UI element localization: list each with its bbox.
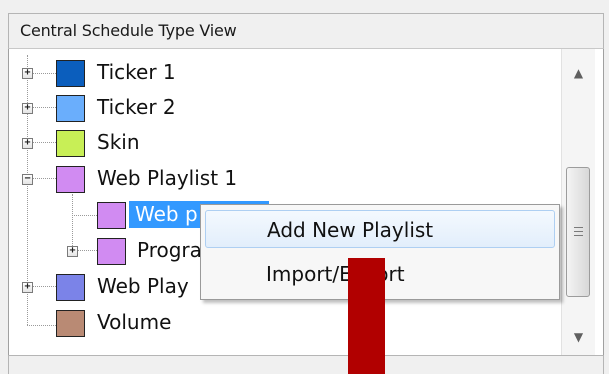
tree-item-label: Progra: [137, 238, 202, 262]
color-swatch: [97, 202, 126, 229]
collapse-icon[interactable]: −: [22, 174, 33, 185]
menu-item-add-new-playlist[interactable]: Add New Playlist: [205, 210, 555, 248]
expand-icon[interactable]: +: [22, 138, 33, 149]
schedule-type-panel: Central Schedule Type View + Ticker 1 + …: [0, 0, 609, 374]
color-swatch: [97, 238, 126, 265]
grip-line: [574, 231, 583, 232]
tree-item-ticker-1[interactable]: + Ticker 1: [9, 59, 549, 93]
tree-item-label: Ticker 1: [97, 60, 176, 84]
scroll-down-arrow-icon[interactable]: ▼: [562, 321, 595, 353]
grip-line: [574, 227, 583, 228]
panel-title: Central Schedule Type View: [20, 21, 237, 40]
expand-icon[interactable]: +: [22, 103, 33, 114]
vertical-scrollbar[interactable]: ▲ ▼: [561, 49, 595, 355]
color-swatch: [56, 310, 85, 337]
tree-item-label: Skin: [97, 130, 140, 154]
tree-item-skin[interactable]: + Skin: [9, 129, 549, 163]
tree-view[interactable]: + Ticker 1 + Ticker 2 + Skin − Web Playl…: [8, 49, 604, 355]
tree-item-label: Web Play: [97, 274, 189, 298]
panel-header: Central Schedule Type View: [8, 13, 604, 49]
color-swatch: [56, 95, 85, 122]
color-swatch: [56, 274, 85, 301]
expand-icon[interactable]: +: [67, 246, 78, 257]
scroll-up-arrow-icon[interactable]: ▲: [562, 57, 595, 89]
red-overlay-marker: [348, 258, 385, 374]
color-swatch: [56, 130, 85, 157]
tree-item-web-playlist-1[interactable]: − Web Playlist 1: [9, 165, 549, 199]
grip-line: [574, 235, 583, 236]
panel-footer: [8, 355, 604, 374]
tree-item-label: Web Playlist 1: [97, 166, 238, 190]
scrollbar-thumb[interactable]: [566, 167, 590, 297]
tree-item-label: Ticker 2: [97, 95, 176, 119]
expand-icon[interactable]: +: [22, 282, 33, 293]
color-swatch: [56, 60, 85, 87]
tree-item-volume[interactable]: Volume: [9, 309, 549, 343]
tree-item-label: Volume: [97, 310, 172, 334]
tree-item-ticker-2[interactable]: + Ticker 2: [9, 94, 549, 128]
expand-icon[interactable]: +: [22, 68, 33, 79]
menu-item-label: Add New Playlist: [267, 218, 434, 242]
color-swatch: [56, 166, 85, 193]
